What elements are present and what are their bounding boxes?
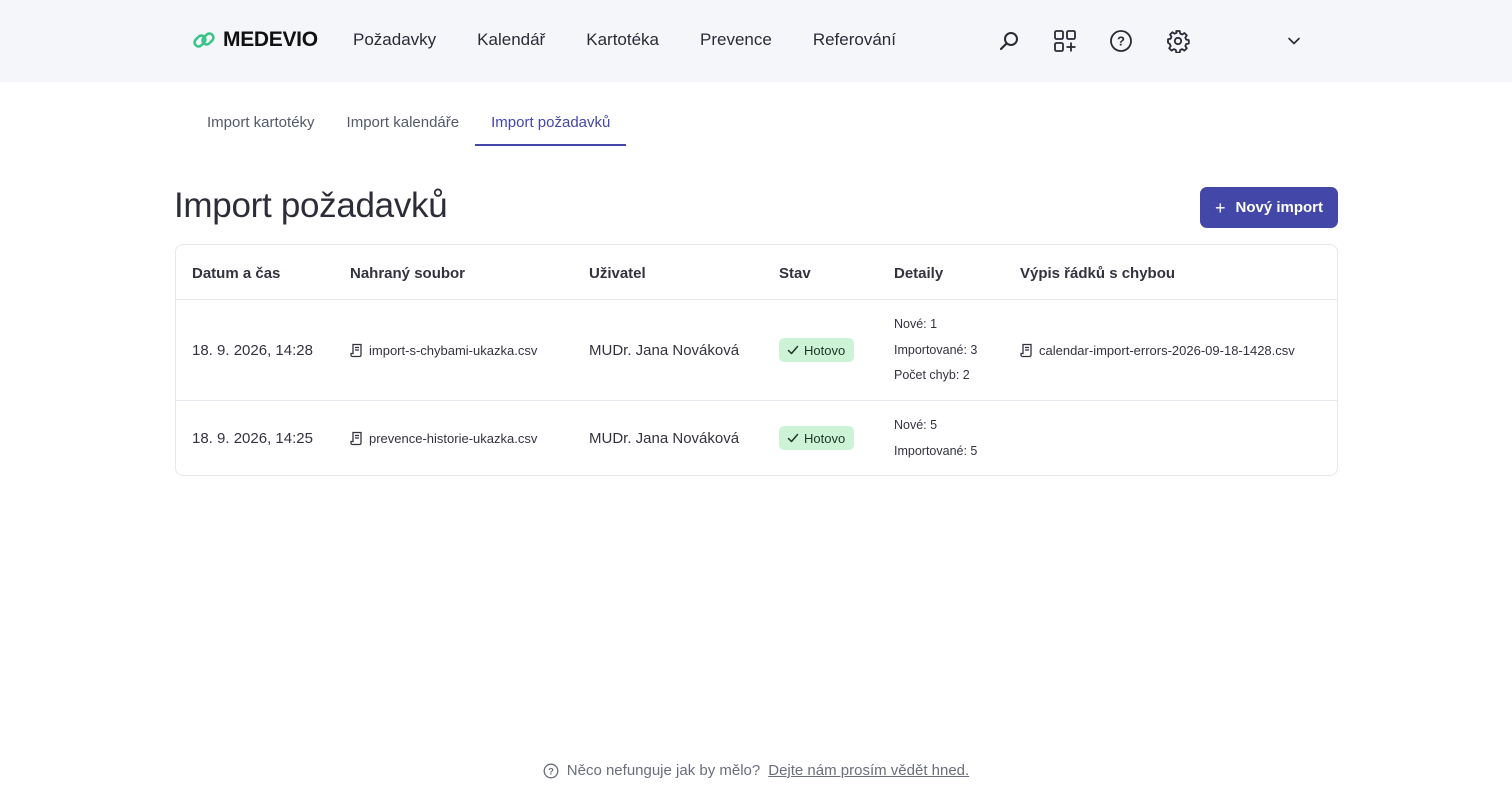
status-label: Hotovo	[804, 342, 846, 358]
apps-add-icon[interactable]	[1052, 28, 1078, 54]
datetime-cell: 18. 9. 2026, 14:28	[192, 342, 313, 359]
column-header-details: Detaily	[894, 265, 944, 282]
new-import-label: Nový import	[1235, 199, 1324, 216]
feedback-link[interactable]: Dejte nám prosím vědět hned.	[768, 762, 969, 779]
help-icon[interactable]: ?	[1108, 28, 1134, 54]
table-header: Datum a čas Nahraný soubor Uživatel Stav…	[176, 245, 1337, 300]
help-circle-icon: ?	[543, 763, 559, 778]
details-imported: Importované: 5	[894, 443, 978, 458]
uploaded-file-link[interactable]: prevence-historie-ukazka.csv	[350, 431, 537, 446]
file-icon	[1020, 343, 1032, 358]
user-cell: MUDr. Jana Nováková	[589, 342, 740, 359]
user-cell: MUDr. Jana Nováková	[589, 430, 740, 447]
file-icon	[350, 343, 362, 358]
details-imported: Importované: 3	[894, 342, 978, 357]
check-icon	[787, 345, 799, 355]
details-cell: Nové: 5 Importované: 5	[894, 413, 977, 464]
column-header-file: Nahraný soubor	[350, 265, 466, 282]
uploaded-file-name: prevence-historie-ukazka.csv	[369, 431, 538, 446]
footer-text: Něco nefunguje jak by mělo?	[566, 762, 761, 779]
import-tabs: Import kartotéky Import kalendáře Import…	[191, 98, 627, 146]
page-title: Import požadavků	[174, 186, 448, 225]
new-import-button[interactable]: + Nový import	[1200, 187, 1338, 228]
nav-item-kartoteka[interactable]: Kartotéka	[586, 30, 659, 50]
nav-item-prevence[interactable]: Prevence	[700, 30, 772, 50]
uploaded-file-link[interactable]: import-s-chybami-ukazka.csv	[350, 343, 537, 358]
tab-import-kalendare[interactable]: Import kalendáře	[331, 98, 476, 146]
table-row: 18. 9. 2026, 14:28 import-s-chybami-ukaz…	[176, 300, 1337, 401]
plus-icon: +	[1214, 197, 1226, 218]
top-navigation-bar: MEDEVIO Požadavky Kalendář Kartotéka Pre…	[0, 0, 1512, 82]
status-label: Hotovo	[804, 430, 846, 446]
error-file-name: calendar-import-errors-2026-09-18-1428.c…	[1039, 343, 1295, 358]
status-badge: Hotovo	[779, 338, 855, 362]
gear-icon[interactable]	[1165, 28, 1191, 54]
table-row: 18. 9. 2026, 14:25 prevence-historie-uka…	[176, 401, 1337, 475]
details-errors: Počet chyb: 2	[894, 368, 970, 382]
svg-text:?: ?	[1117, 34, 1125, 49]
check-icon	[787, 433, 799, 443]
logo[interactable]: MEDEVIO	[191, 27, 318, 53]
nav-item-referovani[interactable]: Referování	[813, 30, 896, 50]
status-badge: Hotovo	[779, 426, 855, 450]
column-header-user: Uživatel	[589, 265, 646, 282]
logo-text: MEDEVIO	[223, 28, 318, 51]
chevron-down-icon[interactable]	[1281, 28, 1307, 54]
svg-text:?: ?	[548, 766, 554, 777]
tab-import-kartoteky[interactable]: Import kartotéky	[191, 98, 331, 146]
details-new: Nové: 1	[894, 317, 938, 331]
feedback-footer: ? Něco nefunguje jak by mělo? Dejte nám …	[0, 762, 1512, 779]
search-icon[interactable]	[996, 28, 1022, 54]
datetime-cell: 18. 9. 2026, 14:25	[192, 430, 313, 447]
error-file-link[interactable]: calendar-import-errors-2026-09-18-1428.c…	[1020, 343, 1295, 358]
nav-item-kalendar[interactable]: Kalendář	[477, 30, 545, 50]
details-new: Nové: 5	[894, 418, 938, 432]
column-header-error-rows: Výpis řádků s chybou	[1020, 265, 1176, 282]
imports-table: Datum a čas Nahraný soubor Uživatel Stav…	[175, 244, 1338, 476]
details-cell: Nové: 1 Importované: 3 Počet chyb: 2	[894, 312, 977, 389]
file-icon	[350, 431, 362, 446]
logo-icon	[191, 27, 217, 53]
main-nav: Požadavky Kalendář Kartotéka Prevence Re…	[353, 30, 896, 50]
column-header-datetime: Datum a čas	[192, 265, 281, 282]
tab-import-pozadavku[interactable]: Import požadavků	[475, 98, 627, 146]
column-header-status: Stav	[779, 265, 811, 282]
uploaded-file-name: import-s-chybami-ukazka.csv	[369, 343, 538, 358]
nav-item-pozadavky[interactable]: Požadavky	[353, 30, 436, 50]
